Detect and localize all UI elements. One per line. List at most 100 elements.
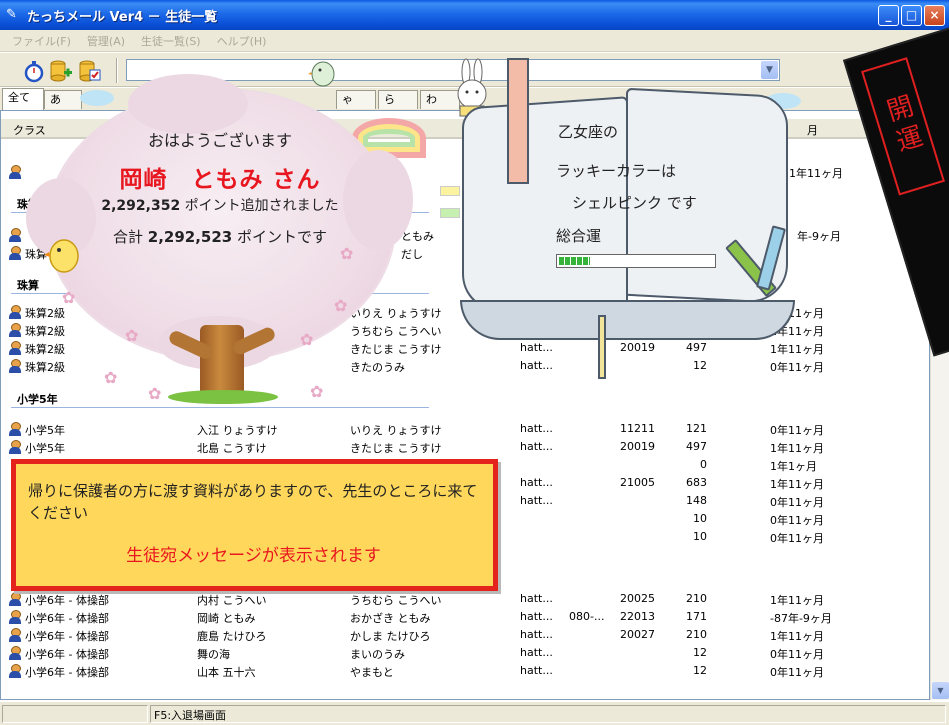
mail-cell: hatt... (520, 592, 553, 605)
stopwatch-icon[interactable] (22, 59, 46, 83)
kana-cell: いりえ りょうすけ (350, 424, 442, 437)
column-header-period[interactable]: 月 (807, 122, 818, 138)
kana-cell: おかざき ともみ (350, 612, 431, 625)
tab-decoration (440, 186, 460, 196)
mail-cell: hatt... (520, 628, 553, 641)
tab-ra[interactable]: ら (378, 90, 418, 109)
points-cell: 210 (686, 628, 707, 641)
bookmark-ribbon (598, 315, 606, 379)
blossom-icon: ✿ (300, 330, 314, 349)
person-icon (8, 628, 22, 642)
points-cell: 12 (693, 359, 707, 372)
points-cell: 0 (700, 458, 707, 471)
mail-cell: hatt... (520, 476, 553, 489)
bird-icon (308, 61, 335, 87)
period-cell: 1年11ヶ月 (770, 478, 824, 491)
scroll-down-icon[interactable]: ▼ (932, 682, 949, 699)
name-cell: 鹿島 たけひろ (197, 630, 267, 643)
lucky-color-value: シェルピンク です (572, 194, 697, 212)
book-base (460, 300, 795, 340)
name-cell: 内村 こうへい (197, 594, 267, 607)
blossom-icon: ✿ (310, 382, 324, 401)
blossom-icon: ✿ (62, 288, 76, 307)
points-cell: 683 (686, 476, 707, 489)
horoscope-sign: 乙女座の (558, 123, 619, 141)
points-cell: 171 (686, 610, 707, 623)
group-divider (11, 407, 429, 408)
points-total-prefix: 合計 (112, 228, 148, 246)
points-cell: 148 (686, 494, 707, 507)
check-database-icon[interactable] (78, 59, 102, 83)
name-cell: 岡崎 ともみ (197, 612, 256, 625)
person-icon (8, 165, 22, 179)
mail-cell: hatt... (520, 422, 553, 435)
period-cell: 0年11ヶ月 (770, 496, 824, 509)
status-cell (2, 705, 148, 723)
table-row[interactable]: 小学5年 北島 こうすけ きたじま こうすけ hatt... 20019 497 1年11ヶ… (1, 438, 929, 456)
class-cell: 珠算2級 (25, 307, 65, 320)
tab-ya[interactable]: ゃ (336, 90, 376, 109)
mail-cell: hatt... (520, 341, 553, 354)
class-cell: 小学6年 - 体操部 (25, 666, 109, 679)
tab-a[interactable]: あ (44, 90, 82, 109)
lucky-color-label: ラッキーカラーは (556, 162, 677, 180)
kana-cell: うちむら こうへい (350, 325, 442, 338)
tab-all[interactable]: 全て (2, 88, 44, 110)
id-cell: 20027 (620, 628, 655, 641)
title-bar[interactable]: ✎ たっちメール Ver4 － 生徒一覧 _ □ × (0, 0, 949, 30)
table-row[interactable]: 小学5年 入江 りょうすけ いりえ りょうすけ hatt... 11211 121 0年11… (1, 420, 929, 438)
mail-cell: hatt... (520, 494, 553, 507)
person-icon (8, 592, 22, 606)
menu-admin[interactable]: 管理(A) (79, 33, 133, 49)
table-row[interactable]: 小学6年 - 体操部 内村 こうへい うちむら こうへい hatt... 20025 21… (1, 590, 929, 608)
table-row[interactable]: 小学6年 - 体操部 鹿島 たけひろ かしま たけひろ hatt... 20027 210… (1, 626, 929, 644)
window-title: たっちメール Ver4 － 生徒一覧 (27, 9, 218, 25)
mail-cell: hatt... (520, 646, 553, 659)
points-total: 合計 2,292,523 ポイントです (60, 226, 380, 247)
table-row[interactable]: 小学6年 - 体操部 山本 五十六 やまもと hatt... 12 0年11ヶ月 (1, 662, 929, 680)
kana-cell: うちむら こうへい (350, 594, 442, 607)
class-cell: 小学5年 (25, 442, 65, 455)
kana-cell: きたじま こうすけ (350, 343, 442, 356)
group-label: 珠算 (17, 279, 39, 292)
name-cell: 舞の海 (197, 648, 230, 661)
chevron-down-icon[interactable]: ▼ (761, 61, 778, 79)
column-header-class[interactable]: クラス (13, 122, 46, 138)
close-button[interactable]: × (924, 5, 945, 26)
kana-cell: やまもと (350, 666, 394, 679)
points-added-value: 2,292,352 (101, 198, 181, 214)
menu-help[interactable]: ヘルプ(H) (209, 33, 275, 49)
period-cell: 1年11ヶ月 (770, 442, 824, 455)
overall-fortune-bar (556, 254, 716, 268)
person-icon (8, 323, 22, 337)
person-icon (8, 646, 22, 660)
menu-student-list[interactable]: 生徒一覧(S) (133, 33, 209, 49)
add-database-icon[interactable] (49, 59, 73, 83)
table-row[interactable]: 小学6年 - 体操部 舞の海 まいのうみ hatt... 12 0年11ヶ月 (1, 644, 929, 662)
person-icon (8, 305, 22, 319)
status-cell (150, 705, 946, 723)
id-cell: 22013 (620, 610, 655, 623)
maximize-button[interactable]: □ (901, 5, 922, 26)
name-cell: 山本 五十六 (197, 666, 256, 679)
minimize-button[interactable]: _ (878, 5, 899, 26)
id-cell: 20019 (620, 341, 655, 354)
greeting-line: おはようございます (147, 131, 292, 150)
period-cell: 1年11ヶ月 (770, 594, 824, 607)
period-cell: 1年11ヶ月 (789, 167, 843, 180)
table-row[interactable]: 珠算2級 きたのうみ hatt... 12 0年11ヶ月 (1, 357, 929, 375)
blossom-icon: ✿ (148, 384, 162, 403)
period-cell: -87年-9ヶ月 (770, 612, 832, 625)
grass-decoration (168, 390, 278, 404)
name-cell: 北島 こうすけ (197, 442, 267, 455)
phone-cell: 080-... (569, 610, 605, 623)
menu-file[interactable]: ファイル(F) (4, 33, 79, 49)
table-row[interactable]: 小学6年 - 体操部 岡崎 ともみ おかざき ともみ hatt... 080-... 22… (1, 608, 929, 626)
period-cell: 0年11ヶ月 (770, 532, 824, 545)
mail-cell: hatt... (520, 610, 553, 623)
blossom-icon: ✿ (125, 326, 139, 345)
period-cell: 0年11ヶ月 (770, 666, 824, 679)
menu-bar: ファイル(F) 管理(A) 生徒一覧(S) ヘルプ(H) (0, 30, 949, 52)
mail-cell: hatt... (520, 359, 553, 372)
status-hint: F5:入退場画面 (154, 709, 227, 722)
